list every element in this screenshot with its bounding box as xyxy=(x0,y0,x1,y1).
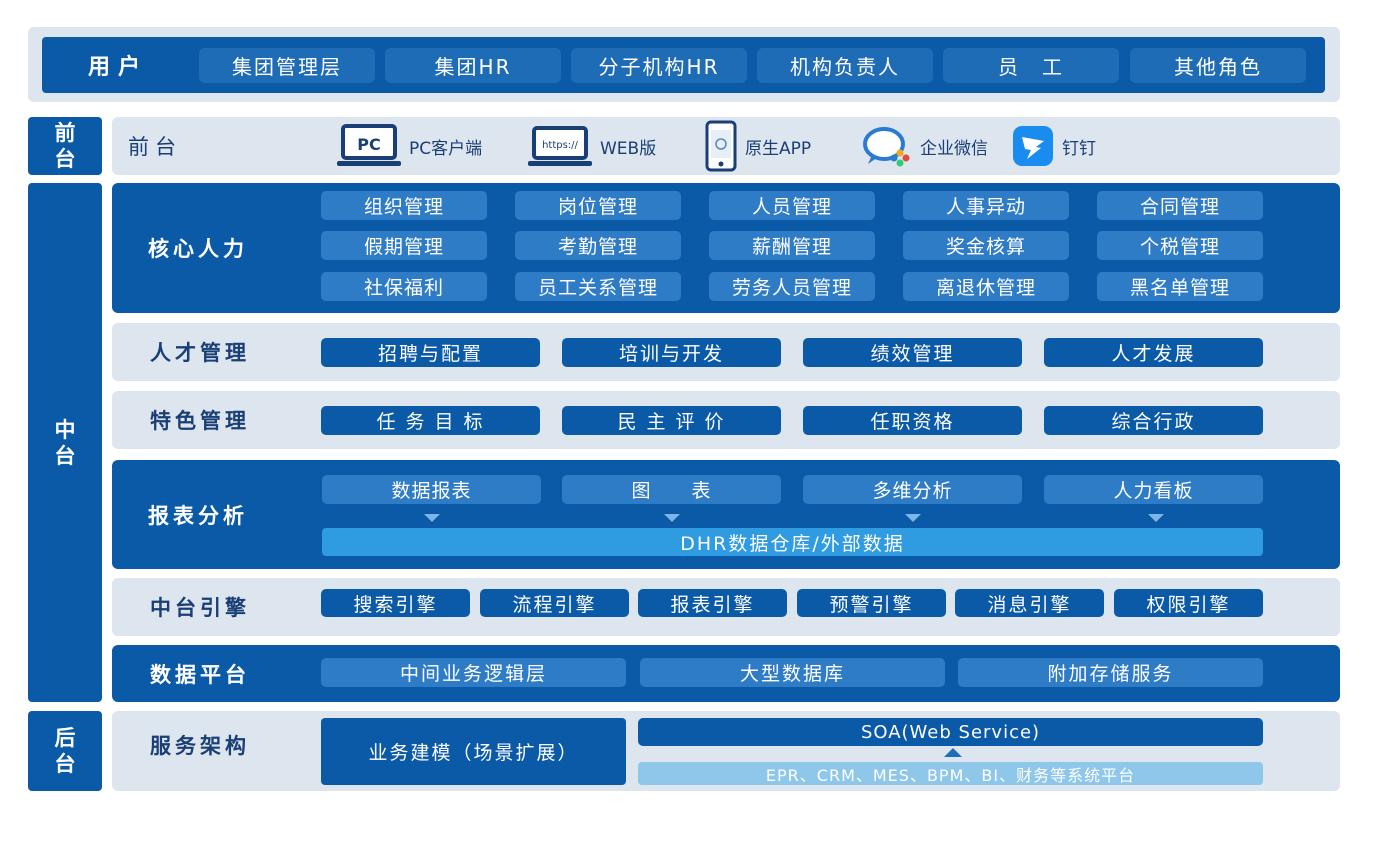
laptop-https-icon: https:// xyxy=(528,123,592,169)
service-arch-title: 服务架构 xyxy=(150,734,250,758)
pc-monitor-icon: PC xyxy=(337,123,401,169)
engine-workflow[interactable]: 流程引擎 xyxy=(480,589,629,617)
engine-search[interactable]: 搜索引擎 xyxy=(321,589,470,617)
frontend-title: 前台 xyxy=(128,135,182,159)
engine-alert[interactable]: 预警引擎 xyxy=(797,589,946,617)
channel-dingtalk-label: 钉钉 xyxy=(1062,138,1096,159)
module-extra-storage[interactable]: 附加存储服务 xyxy=(958,658,1263,687)
channel-web[interactable]: https:// WEB版 xyxy=(528,122,656,170)
role-employee[interactable]: 员 工 xyxy=(943,48,1119,83)
systems-bar[interactable]: EPR、CRM、MES、BPM、BI、财务等系统平台 xyxy=(638,762,1263,785)
tier-back: 后台 xyxy=(28,711,102,791)
engine-message[interactable]: 消息引擎 xyxy=(955,589,1104,617)
module-charts[interactable]: 图 表 xyxy=(562,475,781,504)
reports-title: 报表分析 xyxy=(148,503,248,528)
module-attendance-mgmt[interactable]: 考勤管理 xyxy=(515,231,681,260)
module-staff-mgmt[interactable]: 人员管理 xyxy=(709,191,875,220)
module-tax-mgmt[interactable]: 个税管理 xyxy=(1097,231,1263,260)
users-title: 用户 xyxy=(88,55,149,80)
module-personnel-change[interactable]: 人事异动 xyxy=(903,191,1069,220)
tier-middle: 中台 xyxy=(28,183,102,702)
engines-title: 中台引擎 xyxy=(150,596,250,620)
module-org-mgmt[interactable]: 组织管理 xyxy=(321,191,487,220)
channel-pc-label: PC客户端 xyxy=(409,138,483,159)
module-democratic-eval[interactable]: 民 主 评 价 xyxy=(562,406,781,435)
module-blacklist[interactable]: 黑名单管理 xyxy=(1097,272,1263,301)
channel-app-label: 原生APP xyxy=(745,138,812,159)
dingtalk-icon xyxy=(1012,125,1054,167)
data-platform-title: 数据平台 xyxy=(150,662,250,687)
module-leave-mgmt[interactable]: 假期管理 xyxy=(321,231,487,260)
module-social-welfare[interactable]: 社保福利 xyxy=(321,272,487,301)
role-other[interactable]: 其他角色 xyxy=(1130,48,1306,83)
module-general-admin[interactable]: 综合行政 xyxy=(1044,406,1263,435)
dhr-warehouse-bar[interactable]: DHR数据仓库/外部数据 xyxy=(322,528,1263,556)
arrow-down-icon xyxy=(664,514,680,522)
business-modeling-box[interactable]: 业务建模（场景扩展） xyxy=(321,718,626,785)
module-payroll-mgmt[interactable]: 薪酬管理 xyxy=(709,231,875,260)
core-hr-title: 核心人力 xyxy=(148,237,248,261)
arrow-down-icon xyxy=(1148,514,1164,522)
svg-text:PC: PC xyxy=(357,135,380,154)
module-post-mgmt[interactable]: 岗位管理 xyxy=(515,191,681,220)
svg-text:https://: https:// xyxy=(542,140,578,151)
role-branch-hr[interactable]: 分子机构HR xyxy=(571,48,747,83)
channel-wechat-work-label: 企业微信 xyxy=(920,138,988,159)
module-training[interactable]: 培训与开发 xyxy=(562,338,781,367)
phone-icon xyxy=(705,120,737,172)
module-middle-logic[interactable]: 中间业务逻辑层 xyxy=(321,658,626,687)
module-bonus-calc[interactable]: 奖金核算 xyxy=(903,231,1069,260)
role-group-management[interactable]: 集团管理层 xyxy=(199,48,375,83)
module-large-database[interactable]: 大型数据库 xyxy=(640,658,945,687)
wechat-work-icon xyxy=(862,125,912,167)
module-task-goals[interactable]: 任 务 目 标 xyxy=(321,406,540,435)
channel-app[interactable]: 原生APP xyxy=(705,120,811,172)
channel-web-label: WEB版 xyxy=(600,138,657,159)
module-recruitment[interactable]: 招聘与配置 xyxy=(321,338,540,367)
module-contract-mgmt[interactable]: 合同管理 xyxy=(1097,191,1263,220)
module-multidim-analysis[interactable]: 多维分析 xyxy=(803,475,1022,504)
module-labor-staff[interactable]: 劳务人员管理 xyxy=(709,272,875,301)
arrow-up-icon xyxy=(944,748,962,757)
module-talent-dev[interactable]: 人才发展 xyxy=(1044,338,1263,367)
arrow-down-icon xyxy=(424,514,440,522)
module-performance[interactable]: 绩效管理 xyxy=(803,338,1022,367)
module-qualification[interactable]: 任职资格 xyxy=(803,406,1022,435)
role-org-head[interactable]: 机构负责人 xyxy=(757,48,933,83)
arrow-down-icon xyxy=(905,514,921,522)
module-hr-dashboard[interactable]: 人力看板 xyxy=(1044,475,1263,504)
tier-front: 前台 xyxy=(28,117,102,175)
soa-bar[interactable]: SOA(Web Service) xyxy=(638,718,1263,746)
channel-wechat-work[interactable]: 企业微信 xyxy=(862,124,988,168)
channel-pc[interactable]: PC PC客户端 xyxy=(337,122,482,170)
engine-report[interactable]: 报表引擎 xyxy=(638,589,787,617)
module-data-report[interactable]: 数据报表 xyxy=(322,475,541,504)
role-group-hr[interactable]: 集团HR xyxy=(385,48,561,83)
module-retirement[interactable]: 离退休管理 xyxy=(903,272,1069,301)
channel-dingtalk[interactable]: 钉钉 xyxy=(1012,124,1096,168)
engine-permission[interactable]: 权限引擎 xyxy=(1114,589,1263,617)
module-employee-relations[interactable]: 员工关系管理 xyxy=(515,272,681,301)
special-title: 特色管理 xyxy=(150,409,250,433)
talent-title: 人才管理 xyxy=(150,341,250,365)
